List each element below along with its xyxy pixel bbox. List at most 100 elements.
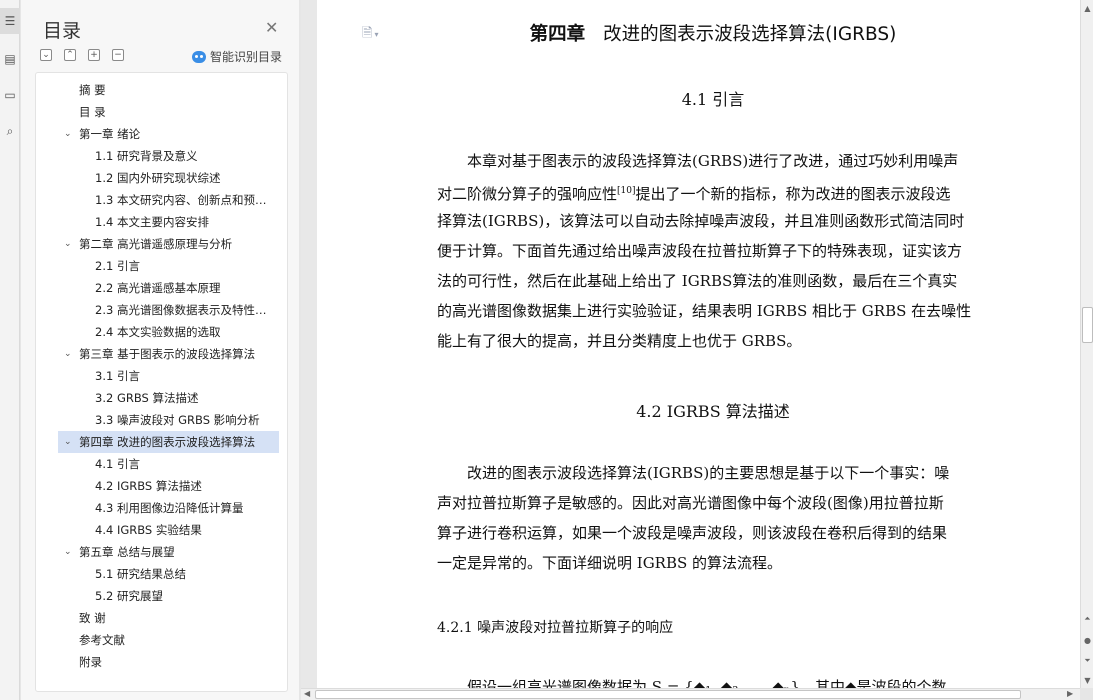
toc-section-item[interactable]: 5.1 研究结果总结 [36,563,287,585]
subsection-heading: 4.2.1 噪声波段对拉普拉斯算子的响应 [437,620,674,636]
comment-icon[interactable]: ▭ [0,82,20,108]
toc-item-label: 第二章 高光谱遥感原理与分析 [79,237,233,251]
toc-chapter-item[interactable]: 参考文献 [36,629,287,651]
paragraph: 假设一组高光谱图像数据为 S = {◆₁, ◆₂, …, ◆ₙ}，其中◆是波段的… [437,672,993,688]
toc-item-label: 2.3 高光谱图像数据表示及特性分析 [95,303,274,317]
expand-all-icon[interactable]: + [88,49,100,61]
toc-section-item[interactable]: 5.2 研究展望 [36,585,287,607]
chapter-heading: 第四章 改进的图表示波段选择算法(IGRBS) [317,20,1081,46]
toc-section-item[interactable]: 4.2 IGRBS 算法描述 [36,475,287,497]
citation[interactable]: [10] [617,186,635,196]
chevron-down-icon[interactable]: ⌄ [64,541,72,563]
nav-pane-title: 目录 [43,20,82,42]
toc-item-label: 4.4 IGRBS 实验结果 [95,523,202,537]
scroll-right-icon[interactable]: ▶ [1067,689,1073,698]
vertical-scrollbar[interactable]: ▲ ⏶ ● ⏷ ▼ [1080,0,1093,688]
toc-item-label: 4.1 引言 [95,457,140,471]
toc-item-label: 5.1 研究结果总结 [95,567,186,581]
text-run: 提出了一个新的指标，称为改进的图表示波段选 [635,185,951,203]
find-replace-icon[interactable]: ⌕ [0,118,20,144]
document-page[interactable]: 🗎 ▾ 第四章 改进的图表示波段选择算法(IGRBS) 4.1 引言 本章对基于图表… [317,0,1081,688]
toc-item-label: 第五章 总结与展望 [79,545,175,559]
text-line: 本章对基于图表示的波段选择算法(GRBS)进行了改进，通过巧妙利用噪声 [467,152,959,170]
chapter-title: 改进的图表示波段选择算法(IGRBS) [603,24,897,45]
toc-item-label: 1.2 国内外研究现状综述 [95,171,221,185]
toc-chapter-item[interactable]: 摘 要 [36,79,287,101]
smart-toc-button[interactable]: 智能识别目录 [192,48,282,65]
toc-section-item[interactable]: 4.1 引言 [36,453,287,475]
toc-section-item[interactable]: 1.1 研究背景及意义 [36,145,287,167]
toc-chapter-item[interactable]: ⌄ 第三章 基于图表示的波段选择算法 [36,343,287,365]
toc-chapter-item[interactable]: ⌄ 第二章 高光谱遥感原理与分析 [36,233,287,255]
next-page-icon[interactable]: ⏷ [1081,656,1093,666]
section-heading: 4.1 引言 [681,90,745,109]
toc-section-item[interactable]: 2.2 高光谱遥感基本原理 [36,277,287,299]
toc-chapter-item[interactable]: ⌄ 第四章 改进的图表示波段选择算法 [58,431,279,453]
toc-chapter-item[interactable]: 附录 [36,651,287,673]
chevron-down-icon[interactable]: ⌄ [64,123,72,145]
section-heading: 4.2 IGRBS 算法描述 [636,402,790,421]
text-line: 算子进行卷积运算，如果一个波段是噪声波段，则该波段在卷积后得到的结果 [437,524,948,542]
toc-item-label: 第四章 改进的图表示波段选择算法 [79,435,256,449]
text-line: 声对拉普拉斯算子是敏感的。因此对高光谱图像中每个波段(图像)用拉普拉斯 [437,494,944,512]
toc-item-label: 3.1 引言 [95,369,140,383]
chevron-down-icon[interactable]: ⌄ [64,233,72,255]
text-line: 能上有了很大的提高，并且分类精度上也优于 GRBS。 [437,332,802,350]
toc-item-label: 2.2 高光谱遥感基本原理 [95,281,221,295]
select-browse-object-icon[interactable]: ● [1081,636,1093,645]
toc-item-label: 2.4 本文实验数据的选取 [95,325,221,339]
toc-item-label: 2.1 引言 [95,259,140,273]
vertical-scroll-thumb[interactable] [1082,307,1093,343]
scroll-left-icon[interactable]: ◀ [304,689,310,698]
collapse-level-icon[interactable]: ⌃ [64,49,76,61]
toc-section-item[interactable]: 3.3 噪声波段对 GRBS 影响分析 [36,409,287,431]
toc-chapter-item[interactable]: 目 录 [36,101,287,123]
chevron-down-icon[interactable]: ⌄ [64,343,72,365]
toc-item-label: 1.4 本文主要内容安排 [95,215,209,229]
chapter-number: 第四章 [529,24,586,45]
toc-item-label: 参考文献 [79,633,125,647]
prev-page-icon[interactable]: ⏶ [1081,614,1093,624]
bookmark-list-icon[interactable]: ▤ [0,46,20,72]
scroll-down-icon[interactable]: ▼ [1081,676,1093,685]
navigation-pane: 目录 ✕ ⌄ ⌃ + − 智能识别目录 摘 要目 录 ⌄ 第一章 绪论 1.1 研究背… [21,0,299,700]
toc-chapter-item[interactable]: ⌄ 第一章 绪论 [36,123,287,145]
text-run: 对二阶微分算子的强响应性 [437,185,618,203]
paragraph: 改进的图表示波段选择算法(IGRBS)的主要思想是基于以下一个事实：噪 声对拉普… [437,458,993,578]
toc-item-label: 致 谢 [79,611,106,625]
toc-section-item[interactable]: 3.1 引言 [36,365,287,387]
ai-robot-icon [192,50,206,63]
chevron-down-icon[interactable]: ⌄ [64,431,72,453]
scroll-up-icon[interactable]: ▲ [1081,4,1093,13]
toc-item-label: 4.3 利用图像边沿降低计算量 [95,501,244,515]
toc-section-item[interactable]: 3.2 GRBS 算法描述 [36,387,287,409]
horizontal-scroll-thumb[interactable] [315,690,1021,699]
toc-item-label: 目 录 [79,105,106,119]
toc-section-item[interactable]: 4.3 利用图像边沿降低计算量 [36,497,287,519]
toc-tree: 摘 要目 录 ⌄ 第一章 绪论 1.1 研究背景及意义 1.2 国内外研究现状综述 1.3… [35,72,288,692]
toc-item-label: 摘 要 [79,83,106,97]
toc-chapter-item[interactable]: ⌄ 第五章 总结与展望 [36,541,287,563]
toc-section-item[interactable]: 1.2 国内外研究现状综述 [36,167,287,189]
toc-section-item[interactable]: 2.1 引言 [36,255,287,277]
horizontal-scrollbar[interactable]: ◀ ▶ [301,688,1080,700]
toc-panel-icon[interactable]: ☰ [0,8,20,34]
toc-chapter-item[interactable]: 致 谢 [36,607,287,629]
toc-section-item[interactable]: 2.3 高光谱图像数据表示及特性分析 [36,299,287,321]
text-line: 法的可行性，然后在此基础上给出了 IGRBS算法的准则函数，最后在三个真实 [437,272,958,290]
toc-section-item[interactable]: 2.4 本文实验数据的选取 [36,321,287,343]
text-line: 改进的图表示波段选择算法(IGRBS)的主要思想是基于以下一个事实：噪 [467,464,950,482]
toc-item-label: 1.1 研究背景及意义 [95,149,198,163]
collapse-all-icon[interactable]: − [112,49,124,61]
text-line: 一定是异常的。下面详细说明 IGRBS 的算法流程。 [437,554,783,572]
toc-item-label: 第一章 绪论 [79,127,141,141]
side-icon-strip: ☰ ▤ ▭ ⌕ [0,0,20,700]
toc-section-item[interactable]: 1.4 本文主要内容安排 [36,211,287,233]
toc-section-item[interactable]: 4.4 IGRBS 实验结果 [36,519,287,541]
text-line: 对二阶微分算子的强响应性[10]提出了一个新的指标，称为改进的图表示波段选 [437,176,993,206]
expand-level-icon[interactable]: ⌄ [40,49,52,61]
toc-item-label: 5.2 研究展望 [95,589,163,603]
toc-section-item[interactable]: 1.3 本文研究内容、创新点和预期目标 [36,189,287,211]
close-icon[interactable]: ✕ [265,18,278,37]
toc-item-label: 4.2 IGRBS 算法描述 [95,479,202,493]
